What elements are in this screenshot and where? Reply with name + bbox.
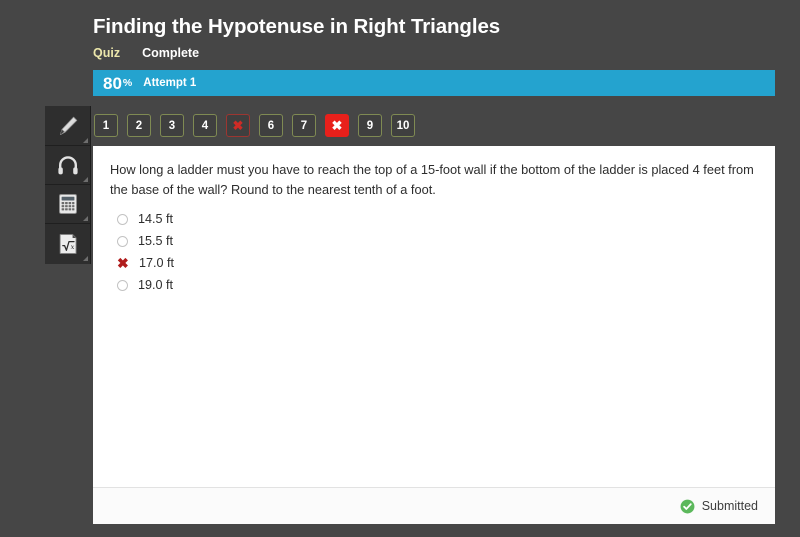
status-badge: Submitted <box>680 499 758 514</box>
question-content-panel: How long a ladder must you have to reach… <box>93 146 775 524</box>
attempt-label: Attempt 1 <box>143 77 197 89</box>
question-nav-item-5-incorrect[interactable]: ✖ <box>226 114 250 137</box>
tab-quiz[interactable]: Quiz <box>93 45 120 61</box>
percent-symbol: % <box>122 77 133 89</box>
answer-option-label: 17.0 ft <box>139 256 175 270</box>
page-title: Finding the Hypotenuse in Right Triangle… <box>93 15 501 38</box>
question-text: How long a ladder must you have to reach… <box>110 162 754 197</box>
tool-sidebar: x <box>45 106 91 264</box>
tool-button-headphones[interactable] <box>45 146 90 185</box>
answer-option-label: 14.5 ft <box>138 212 174 226</box>
question-nav-label: 7 <box>300 119 308 132</box>
question-nav-item-6[interactable]: 6 <box>259 114 283 137</box>
answer-option-label: 15.5 ft <box>138 234 174 248</box>
answer-options-list: 14.5 ft 15.5 ft ✖ 17.0 ft 19.0 ft <box>110 208 758 296</box>
check-circle-icon <box>680 499 695 513</box>
question-nav-label: 9 <box>366 119 374 132</box>
calculator-icon <box>58 194 77 214</box>
question-navigation: 1 2 3 4 ✖ 6 7 ✖ 9 10 <box>94 114 415 137</box>
headphones-icon <box>57 156 78 175</box>
question-nav-label: 6 <box>267 119 275 132</box>
question-nav-item-1[interactable]: 1 <box>94 114 118 137</box>
question-nav-item-4[interactable]: 4 <box>193 114 217 137</box>
question-nav-item-3[interactable]: 3 <box>160 114 184 137</box>
question-nav-item-9[interactable]: 9 <box>358 114 382 137</box>
x-icon: ✖ <box>232 118 244 133</box>
radio-unselected-icon[interactable] <box>117 235 128 247</box>
question-nav-label: 4 <box>201 119 209 132</box>
radio-unselected-icon[interactable] <box>117 213 128 225</box>
answer-option-2[interactable]: 15.5 ft <box>117 230 758 252</box>
answer-option-4[interactable]: 19.0 ft <box>117 274 758 296</box>
radio-unselected-icon[interactable] <box>117 279 128 291</box>
score-value: 80 <box>103 73 122 93</box>
question-nav-item-8-incorrect-selected[interactable]: ✖ <box>325 114 349 137</box>
answer-option-1[interactable]: 14.5 ft <box>117 208 758 230</box>
question-nav-label: 2 <box>135 119 143 132</box>
header-tabs: Quiz Complete <box>93 45 783 61</box>
formula-sqrt-icon: x <box>59 233 76 254</box>
submitted-label: Submitted <box>701 498 758 513</box>
score-progress-bar: 80% Attempt 1 <box>93 70 775 96</box>
question-nav-item-7[interactable]: 7 <box>292 114 316 137</box>
question-nav-label: 3 <box>168 119 176 132</box>
svg-text:x: x <box>70 243 74 251</box>
panel-footer: Submitted <box>93 487 775 524</box>
incorrect-x-icon: ✖ <box>117 254 129 271</box>
question-nav-item-10[interactable]: 10 <box>391 114 415 137</box>
page-header: Finding the Hypotenuse in Right Triangle… <box>93 14 783 61</box>
tool-button-formula[interactable]: x <box>45 224 90 263</box>
question-nav-item-2[interactable]: 2 <box>127 114 151 137</box>
answer-option-3-incorrect-selected[interactable]: ✖ 17.0 ft <box>117 252 758 274</box>
tool-button-pencil[interactable] <box>45 107 90 146</box>
x-icon: ✖ <box>331 118 343 133</box>
tool-button-calculator[interactable] <box>45 185 90 224</box>
pencil-icon <box>59 116 77 135</box>
question-nav-label: 10 <box>396 119 410 132</box>
tab-complete[interactable]: Complete <box>142 45 199 61</box>
question-nav-label: 1 <box>102 119 110 132</box>
question-body: How long a ladder must you have to reach… <box>93 146 775 487</box>
answer-option-label: 19.0 ft <box>138 278 174 292</box>
